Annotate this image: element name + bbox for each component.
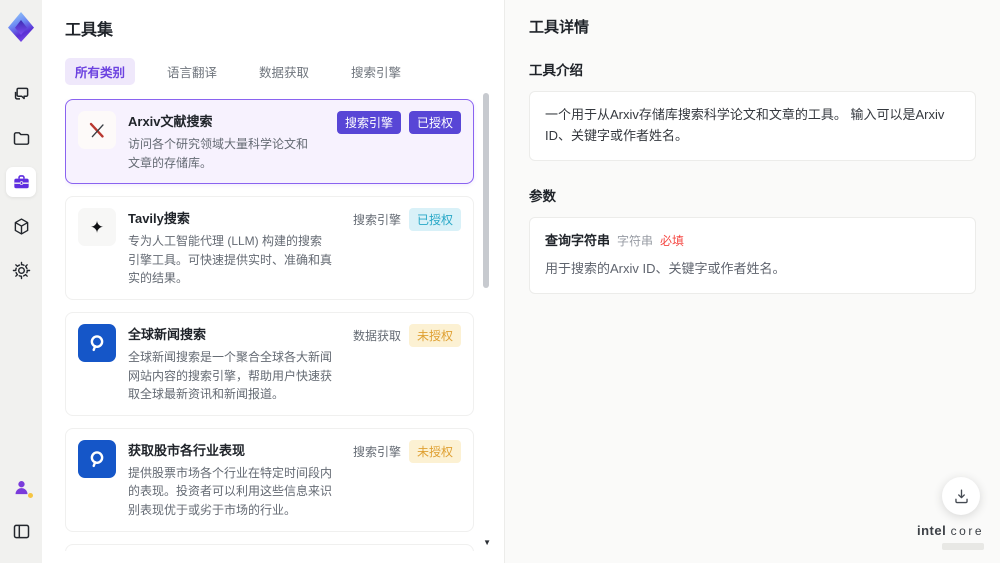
news-search-icon [78, 323, 116, 362]
panel-toggle-icon[interactable] [6, 516, 36, 546]
tab-data-fetching[interactable]: 数据获取 [249, 58, 319, 85]
status-badge: 已授权 [408, 208, 461, 232]
status-badge: 未授权 [408, 323, 461, 347]
tool-card-list: Arxiv文献搜索 访问各个研究领域大量科学论文和文章的存储库。 搜索引擎 已授… [65, 99, 504, 551]
param-header: 查询字符串 字符串 必填 [545, 231, 960, 252]
intro-box: 一个用于从Arxiv存储库搜索科学论文和文章的工具。 输入可以是Arxiv ID… [529, 91, 976, 161]
tool-desc: 访问各个研究领域大量科学论文和文章的存储库。 [128, 137, 309, 170]
tool-card-sector-performance[interactable]: 获取股市各行业表现 提供股票市场各个行业在特定时间段内的表现。投资者可以利用这些… [65, 427, 474, 532]
tool-name: Tavily搜索 [128, 211, 190, 227]
cube-icon[interactable] [6, 211, 36, 241]
intro-heading: 工具介绍 [529, 63, 583, 78]
category-label: 搜索引擎 [352, 444, 401, 459]
tool-desc: 专为人工智能代理 (LLM) 构建的搜索引擎工具。可快速提供实时、准确和真实的结… [128, 234, 333, 286]
folder-icon[interactable] [6, 123, 36, 153]
intel-logo-sub-mark [942, 543, 984, 550]
tool-desc: 全球新闻搜索是一个聚合全球各大新闻网站内容的搜索引擎，帮助用户快速获取全球最新资… [128, 349, 333, 402]
tool-card-active-stocks[interactable]: 获取市场最活跃股票信息 提供当天交易量最高的股票列表。投资者可以利用这些信息来识… [65, 543, 474, 551]
param-type: 字符串 [617, 233, 654, 248]
tool-detail-panel: 工具详情 工具介绍 一个用于从Arxiv存储库搜索科学论文和文章的工具。 输入可… [505, 0, 1000, 563]
category-label: 搜索引擎 [352, 213, 401, 228]
category-label: 数据获取 [352, 328, 401, 343]
tool-list-panel: 工具集 所有类别 语言翻译 数据获取 搜索引擎 Arxiv文献搜索 访问各个研究… [42, 0, 505, 563]
tab-language-translation[interactable]: 语言翻译 [157, 58, 227, 85]
scroll-down-icon[interactable]: ▼ [483, 538, 491, 547]
intel-logo-text: intel [916, 523, 947, 539]
briefcase-icon[interactable] [6, 167, 36, 197]
core-logo-text: core [950, 524, 984, 539]
app-logo-icon[interactable] [8, 12, 34, 42]
tool-card-global-news[interactable]: 全球新闻搜索 全球新闻搜索是一个聚合全球各大新闻网站内容的搜索引擎，帮助用户快速… [65, 311, 474, 416]
scrollbar-thumb[interactable] [483, 93, 489, 288]
detail-title: 工具详情 [529, 19, 590, 36]
user-icon[interactable] [6, 472, 36, 502]
tool-name: 全球新闻搜索 [128, 326, 207, 342]
intel-core-logo: intel core [917, 522, 984, 550]
news-search-icon [78, 439, 116, 478]
chat-icon[interactable] [6, 79, 36, 109]
notification-dot [28, 493, 33, 498]
category-tabs: 所有类别 语言翻译 数据获取 搜索引擎 [65, 58, 504, 85]
tab-search-engine[interactable]: 搜索引擎 [341, 58, 411, 85]
param-required-label: 必填 [660, 233, 685, 248]
page-title: 工具集 [65, 22, 114, 39]
gear-icon[interactable] [6, 255, 36, 285]
download-button[interactable] [942, 477, 980, 515]
params-heading: 参数 [529, 188, 556, 204]
left-rail [0, 0, 42, 563]
list-scrollbar[interactable] [483, 88, 489, 553]
param-desc: 用于搜索的Arxiv ID、关键字或作者姓名。 [545, 261, 786, 277]
tool-name: 获取股市各行业表现 [128, 442, 246, 458]
param-name: 查询字符串 [545, 232, 611, 248]
tool-card-arxiv[interactable]: Arxiv文献搜索 访问各个研究领域大量科学论文和文章的存储库。 搜索引擎 已授… [65, 99, 474, 185]
tool-name: Arxiv文献搜索 [128, 114, 213, 129]
status-badge: 未授权 [408, 439, 461, 463]
star-icon: ✦ [78, 208, 116, 247]
param-box: 查询字符串 字符串 必填 用于搜索的Arxiv ID、关键字或作者姓名。 [529, 216, 976, 295]
tool-card-tavily[interactable]: ✦ Tavily搜索 专为人工智能代理 (LLM) 构建的搜索引擎工具。可快速提… [65, 196, 474, 300]
tab-all-categories[interactable]: 所有类别 [65, 58, 136, 85]
app-window: 工具集 所有类别 语言翻译 数据获取 搜索引擎 Arxiv文献搜索 访问各个研究… [0, 0, 1000, 563]
category-badge: 搜索引擎 [336, 111, 401, 134]
tool-desc: 提供股票市场各个行业在特定时间段内的表现。投资者可以利用这些信息来识别表现优于或… [128, 465, 333, 517]
status-badge: 已授权 [408, 111, 461, 134]
arxiv-icon [78, 111, 116, 149]
